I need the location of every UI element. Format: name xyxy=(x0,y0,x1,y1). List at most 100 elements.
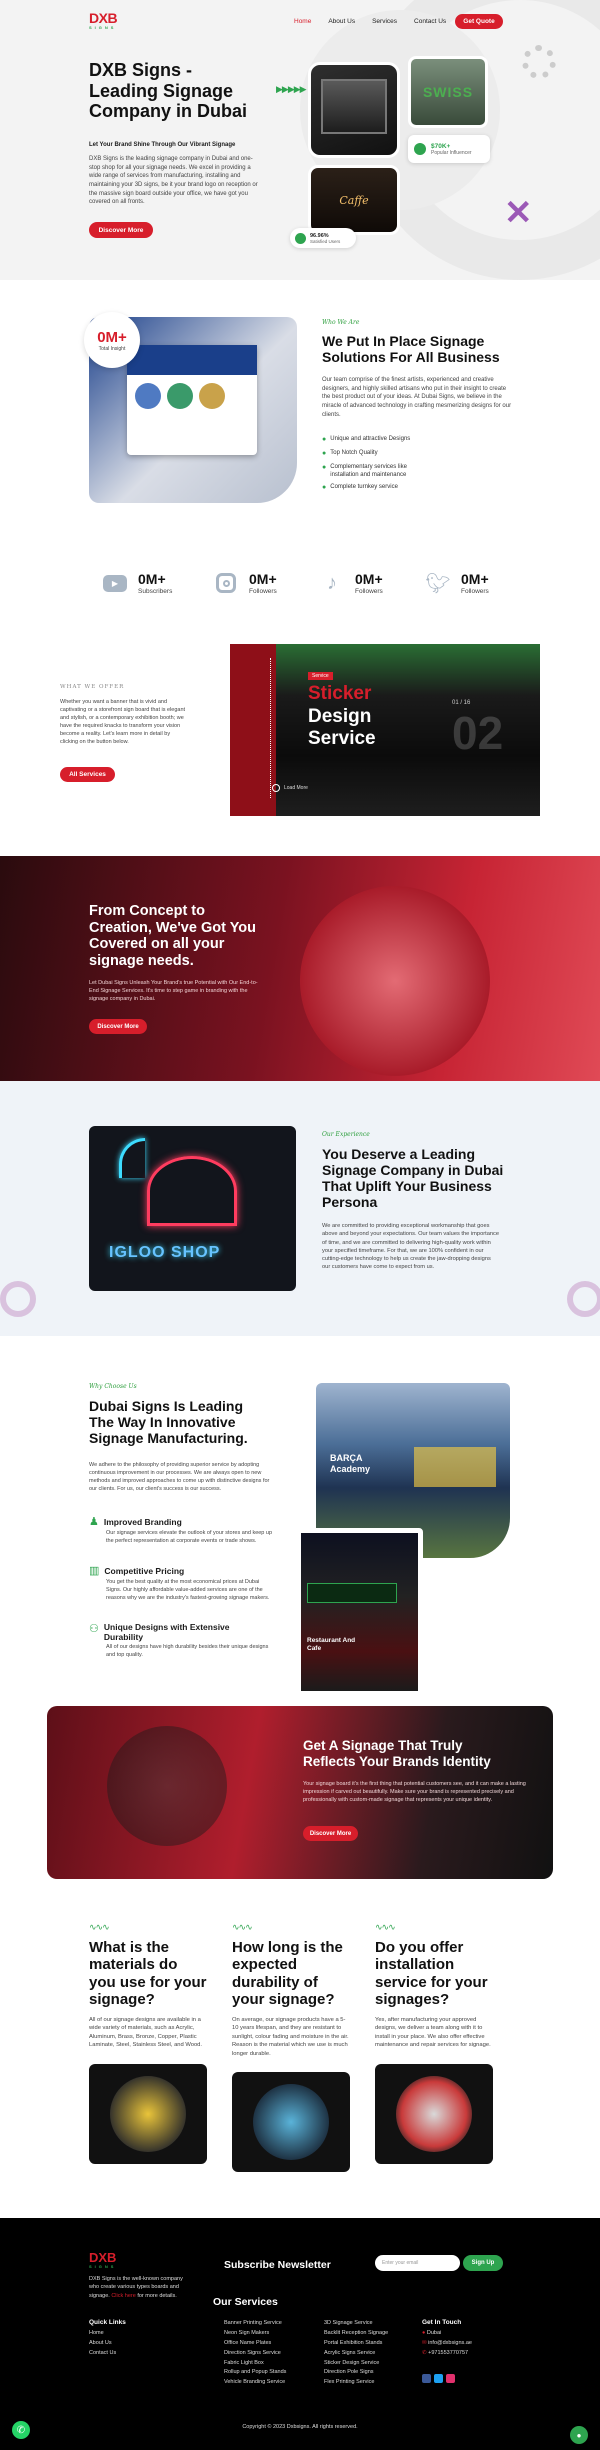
get-quote-button[interactable]: Get Quote xyxy=(455,14,503,29)
service-link[interactable]: Rollup and Popup Stands xyxy=(224,2368,286,2378)
chart-icon: ▥ xyxy=(89,1565,100,1577)
nav-about[interactable]: About Us xyxy=(328,18,355,25)
neon-palm-shape xyxy=(119,1138,145,1178)
experience-image-neon: IGLOO SHOP xyxy=(89,1126,296,1291)
brand-icon: ♟ xyxy=(89,1516,99,1528)
who-title: We Put In Place Signage Solutions For Al… xyxy=(322,333,500,366)
faq-image-installer xyxy=(375,2063,493,2164)
services-col-2: 3D Signage Service Backlit Reception Sig… xyxy=(324,2319,388,2388)
restaurant-sign-text: Restaurant And Cafe xyxy=(307,1637,356,1652)
stat-influencer-card: $70K+ Popular Influencer xyxy=(408,135,490,163)
identity-image xyxy=(107,1726,227,1846)
footer-link-contact[interactable]: Contact Us xyxy=(89,2349,116,2359)
service-link[interactable]: Flex Printing Service xyxy=(324,2378,388,2388)
service-link[interactable]: Office Name Plates xyxy=(224,2339,286,2349)
who-tag: Who We Are xyxy=(322,319,360,326)
social-stat-instagram[interactable]: 0M+ Followers xyxy=(213,570,277,596)
play-icon xyxy=(272,784,280,792)
service-link[interactable]: Portal Exhibition Stands xyxy=(324,2339,388,2349)
experience-tag: Our Experience xyxy=(322,1131,370,1138)
hero-image-store xyxy=(308,62,400,158)
social-stat-twitter[interactable]: 🐦︎ 0M+ Followers xyxy=(425,570,489,596)
service-link[interactable]: Banner Printing Service xyxy=(224,2319,286,2329)
whatsapp-icon[interactable]: ✆ xyxy=(12,2421,30,2439)
social-stat-youtube[interactable]: ▶ 0M+ Subscribers xyxy=(102,570,172,596)
social-label: Followers xyxy=(249,588,277,595)
identity-banner: Get A Signage That Truly Reflects Your B… xyxy=(47,1706,553,1879)
footer-about: DXB Signs is the well-known company who … xyxy=(89,2276,183,2299)
feature-item: ● Top Notch Quality xyxy=(322,449,378,457)
instagram-icon xyxy=(213,570,239,596)
social-value: 0M+ xyxy=(461,571,489,587)
hero-section: DXB SIGNS Home About Us Services Contact… xyxy=(0,0,600,280)
neon-sign-text: IGLOO SHOP xyxy=(109,1244,221,1261)
footer-logo[interactable]: DXB SIGNS xyxy=(89,2251,116,2269)
twitter-icon[interactable] xyxy=(434,2374,443,2383)
service-link[interactable]: Fabric Light Box xyxy=(224,2359,286,2369)
contact-email[interactable]: ✉ info@dxbsigns.ae xyxy=(422,2339,472,2349)
logo-text: DXB xyxy=(89,10,118,26)
faq-image-storefront xyxy=(232,2071,350,2172)
insight-badge-label: Total Insight xyxy=(98,345,126,352)
why-item-pricing: ▥ Competitive Pricing You get the best qu… xyxy=(89,1565,270,1601)
service-link[interactable]: Direction Pole Signs xyxy=(324,2368,388,2378)
contact-phone[interactable]: ✆ +971553770757 xyxy=(422,2349,472,2359)
social-value: 0M+ xyxy=(355,571,383,587)
twitter-icon: 🐦︎ xyxy=(425,572,451,595)
identity-discover-button[interactable]: Discover More xyxy=(303,1826,358,1841)
service-link[interactable]: Direction Signs Service xyxy=(224,2349,286,2359)
newsletter-signup-button[interactable]: Sign Up xyxy=(463,2255,503,2271)
social-label: Followers xyxy=(461,588,489,595)
chat-icon[interactable]: ● xyxy=(570,2426,588,2444)
faq-installation: ∿∿∿ Do you offer installation service fo… xyxy=(375,1922,493,2164)
service-link[interactable]: Backlit Reception Signage xyxy=(324,2329,388,2339)
barca-sign-text: BARÇA Academy xyxy=(330,1453,371,1474)
footer-click-here-link[interactable]: Click here xyxy=(111,2293,135,2299)
service-link[interactable]: Neon Sign Makers xyxy=(224,2329,286,2339)
check-icon: ● xyxy=(322,436,327,443)
service-link[interactable]: 3D Signage Service xyxy=(324,2319,388,2329)
logo[interactable]: DXB SIGNS xyxy=(89,10,118,30)
influencer-icon xyxy=(414,143,426,155)
service-slider[interactable]: Service Sticker Design Service 01 / 16 0… xyxy=(230,644,540,816)
slider-label: Service xyxy=(308,672,333,680)
social-value: 0M+ xyxy=(249,571,277,587)
footer-link-home[interactable]: Home xyxy=(89,2329,116,2339)
concept-description: Let Dubai Signs Unleash Your Brand's tru… xyxy=(89,980,258,1002)
feature-item: ● Unique and attractive Designs xyxy=(322,436,411,443)
concept-discover-button[interactable]: Discover More xyxy=(89,1019,147,1034)
service-link[interactable]: Acrylic Signs Service xyxy=(324,2349,388,2359)
social-stat-tiktok[interactable]: ♪ 0M+ Followers xyxy=(319,570,383,596)
all-services-button[interactable]: All Services xyxy=(60,767,115,782)
arrows-icon: ▶▶▶▶▶ xyxy=(276,84,307,94)
slider-big-number: 02 xyxy=(452,707,504,759)
service-link[interactable]: Sticker Design Service xyxy=(324,2359,388,2369)
faq-materials: ∿∿∿ What is the materials do you use for… xyxy=(89,1922,207,2164)
identity-description: Your signage board it's the first thing … xyxy=(303,1781,526,1803)
who-description: Our team comprise of the finest artists,… xyxy=(322,377,512,418)
footer-social-icons xyxy=(422,2374,455,2383)
wave-icon: ∿∿∿ xyxy=(375,1922,396,1932)
why-item-branding: ♟ Improved Branding Our signage services … xyxy=(89,1516,273,1544)
decor-dots xyxy=(522,45,556,79)
arabic-sign xyxy=(307,1583,397,1603)
people-icon: ⚇ xyxy=(89,1623,99,1635)
service-link[interactable]: Vehicle Branding Service xyxy=(224,2378,286,2388)
experience-title: You Deserve a Leading Signage Company in… xyxy=(322,1146,504,1211)
stat-satisfied-card: 96.96% Satisfied Users xyxy=(290,228,356,248)
nav-home[interactable]: Home xyxy=(294,18,311,25)
identity-title: Get A Signage That Truly Reflects Your B… xyxy=(303,1738,491,1769)
nav-contact[interactable]: Contact Us xyxy=(414,18,446,25)
instagram-icon[interactable] xyxy=(446,2374,455,2383)
nav-services[interactable]: Services xyxy=(372,18,397,25)
footer-link-about[interactable]: About Us xyxy=(89,2339,116,2349)
hero-discover-button[interactable]: Discover More xyxy=(89,222,153,238)
footer: DXB SIGNS DXB Signs is the well-known co… xyxy=(0,2218,600,2450)
check-icon: ● xyxy=(322,449,327,457)
newsletter-email-input[interactable]: Enter your email xyxy=(375,2255,460,2271)
experience-description: We are committed to providing exceptiona… xyxy=(322,1223,500,1271)
facebook-icon[interactable] xyxy=(422,2374,431,2383)
slider-load-more[interactable]: Load More xyxy=(272,784,308,792)
tiktok-icon: ♪ xyxy=(327,571,337,594)
players-banner xyxy=(414,1447,496,1487)
